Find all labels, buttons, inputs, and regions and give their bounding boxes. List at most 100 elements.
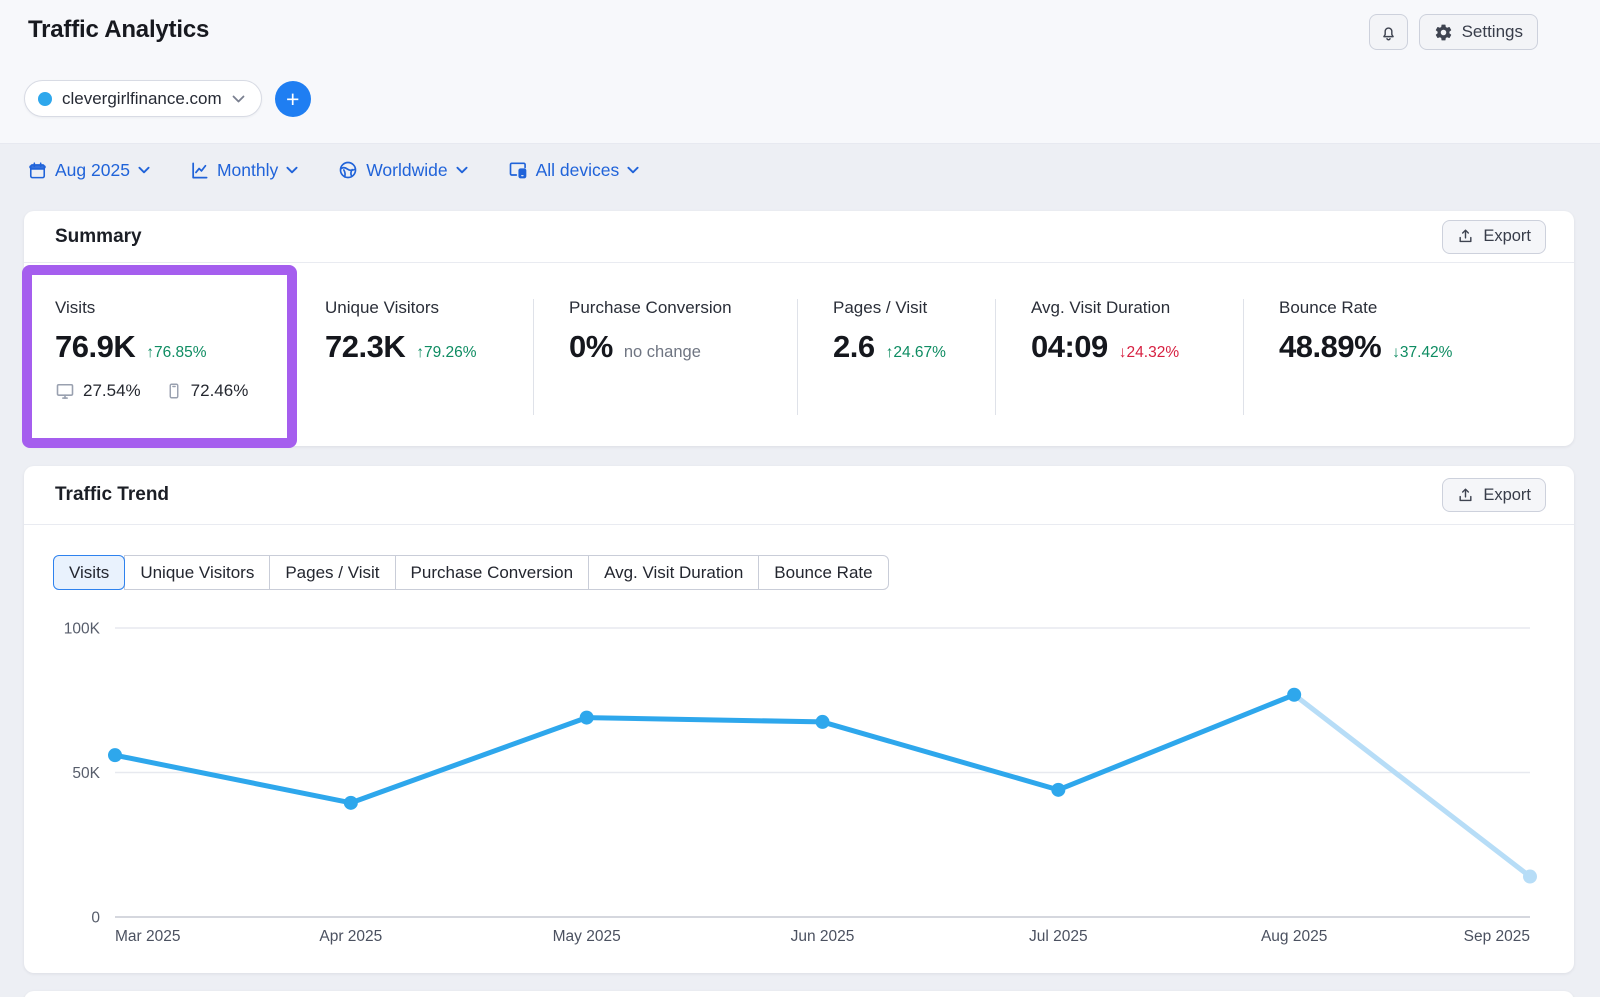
metric-delta: ↑76.85% [146, 344, 206, 362]
x-axis-tick-label: Aug 2025 [1261, 928, 1327, 945]
trend-card-header: Traffic Trend Export [24, 466, 1574, 525]
trend-line [115, 695, 1294, 803]
next-card-sliver [24, 991, 1574, 997]
trend-tab-unique-visitors[interactable]: Unique Visitors [124, 555, 270, 590]
region-filter[interactable]: Worldwide [338, 160, 467, 181]
metric-label: Avg. Visit Duration [1031, 298, 1233, 318]
data-point-jun-2025[interactable] [816, 715, 830, 729]
chevron-down-icon [286, 166, 298, 174]
data-point-aug-2025[interactable] [1287, 688, 1301, 702]
metric-label: Visits [55, 298, 279, 318]
chevron-down-icon [138, 166, 150, 174]
data-point-apr-2025[interactable] [344, 796, 358, 810]
trend-tab-bounce-rate[interactable]: Bounce Rate [758, 555, 888, 590]
metric-label: Unique Visitors [325, 298, 523, 318]
x-axis-tick-label: Jun 2025 [791, 928, 855, 945]
summary-export-label: Export [1483, 227, 1531, 246]
metric-value: 76.9K [55, 329, 135, 365]
metric-value: 48.89% [1279, 329, 1381, 365]
traffic-trend-card: Traffic Trend Export VisitsUnique Visito… [24, 466, 1574, 973]
metric-label: Bounce Rate [1279, 298, 1564, 318]
settings-button-label: Settings [1462, 22, 1523, 42]
trend-line-projection [1294, 695, 1530, 877]
notifications-button[interactable] [1369, 14, 1408, 50]
y-axis-tick-label: 50K [72, 765, 100, 782]
header-actions: Settings [1369, 14, 1538, 50]
metric-value: 72.3K [325, 329, 405, 365]
all-devices-icon [508, 160, 528, 180]
domain-row: clevergirlfinance.com + [24, 80, 311, 117]
metric-pages-visit: Pages / Visit 2.6 ↑24.67% [797, 263, 995, 446]
metric-delta: no change [624, 343, 701, 362]
export-icon [1457, 228, 1474, 245]
trend-tab-visits[interactable]: Visits [53, 555, 125, 590]
granularity-filter[interactable]: Monthly [190, 160, 298, 181]
summary-export-button[interactable]: Export [1442, 220, 1546, 254]
x-axis-tick-label: Sep 2025 [1464, 928, 1530, 945]
metric-avg-visit-duration: Avg. Visit Duration 04:09 ↓24.32% [995, 263, 1243, 446]
export-icon [1457, 487, 1474, 504]
region-label: Worldwide [366, 160, 447, 181]
globe-icon [338, 160, 358, 180]
gear-icon [1434, 23, 1453, 42]
data-point-mar-2025[interactable] [108, 748, 122, 762]
domain-selector[interactable]: clevergirlfinance.com [24, 80, 262, 117]
trend-line-chart-svg: 050K100KMar 2025Apr 2025May 2025Jun 2025… [24, 600, 1574, 973]
x-axis-tick-label: Mar 2025 [115, 928, 180, 945]
mobile-share: 72.46% [191, 381, 249, 401]
header-band: Traffic Analytics Settings clevergirlfin… [0, 0, 1600, 144]
bell-icon [1379, 23, 1398, 42]
date-range-filter[interactable]: Aug 2025 [28, 160, 150, 181]
settings-button[interactable]: Settings [1419, 14, 1538, 50]
trend-tab-pages-visit[interactable]: Pages / Visit [269, 555, 395, 590]
device-split: 27.54%72.46% [55, 381, 279, 401]
data-point-may-2025[interactable] [580, 711, 594, 725]
metric-value: 04:09 [1031, 329, 1108, 365]
data-point-jul-2025[interactable] [1051, 783, 1065, 797]
y-axis-tick-label: 0 [91, 910, 100, 927]
metric-value: 2.6 [833, 329, 875, 365]
metric-value: 0% [569, 329, 613, 365]
domain-color-dot [38, 92, 52, 106]
trend-title: Traffic Trend [55, 484, 169, 506]
page-title: Traffic Analytics [28, 16, 209, 44]
data-point-sep-2025[interactable] [1523, 870, 1537, 884]
metric-purchase-conversion: Purchase Conversion 0% no change [533, 263, 797, 446]
metric-label: Purchase Conversion [569, 298, 787, 318]
metric-bounce-rate: Bounce Rate 48.89% ↓37.42% [1243, 263, 1574, 446]
line-chart-icon [190, 161, 209, 180]
trend-tab-purchase-conversion[interactable]: Purchase Conversion [395, 555, 590, 590]
traffic-trend-chart: 050K100KMar 2025Apr 2025May 2025Jun 2025… [24, 600, 1574, 973]
chevron-down-icon [232, 95, 245, 103]
add-domain-button[interactable]: + [275, 81, 311, 117]
x-axis-tick-label: Jul 2025 [1029, 928, 1088, 945]
summary-card: Summary Export Visits 76.9K ↑76.85% 27.54%7… [24, 211, 1574, 446]
mobile-icon [165, 381, 183, 401]
domain-name: clevergirlfinance.com [62, 89, 222, 109]
metric-label: Pages / Visit [833, 298, 985, 318]
metric-delta: ↓37.42% [1392, 344, 1452, 362]
chevron-down-icon [627, 166, 639, 174]
devices-filter[interactable]: All devices [508, 160, 640, 181]
summary-title: Summary [55, 226, 142, 248]
trend-metric-tabs: VisitsUnique VisitorsPages / VisitPurcha… [53, 555, 889, 590]
summary-metrics: Visits 76.9K ↑76.85% 27.54%72.46% Unique Vis… [24, 263, 1574, 446]
chevron-down-icon [456, 166, 468, 174]
granularity-label: Monthly [217, 160, 278, 181]
calendar-icon [28, 161, 47, 180]
metric-delta: ↑79.26% [416, 344, 476, 362]
trend-tab-avg-visit-duration[interactable]: Avg. Visit Duration [588, 555, 759, 590]
filter-bar: Aug 2025 Monthly Worldwide [28, 155, 639, 185]
y-axis-tick-label: 100K [64, 621, 101, 638]
summary-card-header: Summary Export [24, 211, 1574, 263]
x-axis-tick-label: Apr 2025 [319, 928, 382, 945]
date-range-label: Aug 2025 [55, 160, 130, 181]
trend-export-label: Export [1483, 486, 1531, 505]
metric-unique-visitors: Unique Visitors 72.3K ↑79.26% [289, 263, 533, 446]
desktop-icon [55, 381, 75, 401]
metric-delta: ↑24.67% [886, 344, 946, 362]
metric-visits: Visits 76.9K ↑76.85% 27.54%72.46% [24, 263, 289, 446]
devices-label: All devices [536, 160, 620, 181]
trend-export-button[interactable]: Export [1442, 478, 1546, 512]
metric-delta: ↓24.32% [1119, 344, 1179, 362]
